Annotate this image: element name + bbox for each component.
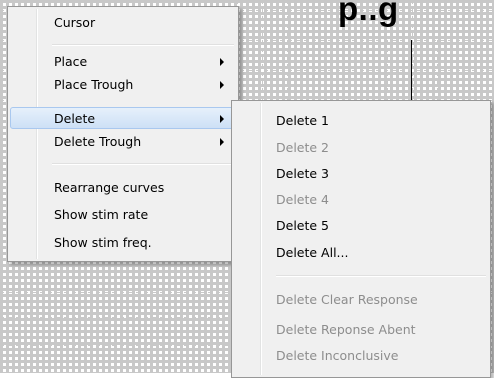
- menu-item-delete-response-absent: Delete Reponse Abent: [234, 319, 488, 341]
- menu-item-label: Rearrange curves: [54, 180, 165, 195]
- menu-item-label: Delete 5: [276, 218, 329, 233]
- menu-item-rearrange-curves[interactable]: Rearrange curves: [10, 177, 236, 199]
- menu-item-label: Delete All...: [276, 245, 349, 260]
- menu-item-label: Delete Trough: [54, 134, 142, 149]
- menu-item-label: Delete Reponse Abent: [276, 322, 416, 337]
- menu-item-label: Delete Inconclusive: [276, 348, 399, 363]
- submenu-arrow-icon: [220, 138, 224, 146]
- submenu-arrow-icon: [220, 58, 224, 66]
- menu-item-label: Delete 4: [276, 192, 329, 207]
- menu-item-delete-2: Delete 2: [234, 137, 488, 159]
- menu-item-delete-5[interactable]: Delete 5: [234, 215, 488, 237]
- menu-item-label: Show stim rate: [54, 207, 149, 222]
- menu-item-label: Show stim freq.: [54, 235, 152, 250]
- menu-item-label: Place Trough: [54, 77, 134, 92]
- menu-item-place[interactable]: Place: [10, 51, 236, 73]
- menu-item-label: Delete 1: [276, 113, 329, 128]
- menu-item-place-trough[interactable]: Place Trough: [10, 74, 236, 96]
- submenu-arrow-icon: [220, 115, 224, 123]
- menu-separator: [52, 44, 234, 46]
- menu-item-delete-all[interactable]: Delete All...: [234, 242, 488, 264]
- menu-item-label: Delete 2: [276, 140, 329, 155]
- menu-item-label: Delete Clear Response: [276, 292, 418, 307]
- menu-item-label: Place: [54, 54, 88, 69]
- context-menu: Cursor Place Place Trough Delete Delete …: [7, 6, 239, 262]
- submenu-arrow-icon: [220, 81, 224, 89]
- menu-item-show-stim-rate[interactable]: Show stim rate: [10, 204, 236, 226]
- menu-separator: [276, 275, 486, 277]
- menu-item-delete-trough[interactable]: Delete Trough: [10, 131, 236, 153]
- menu-item-label: Cursor: [54, 15, 96, 30]
- menu-item-delete-3[interactable]: Delete 3: [234, 163, 488, 185]
- menu-item-delete-1[interactable]: Delete 1: [234, 110, 488, 132]
- menu-item-delete-clear-response: Delete Clear Response: [234, 289, 488, 311]
- menu-item-delete-4: Delete 4: [234, 189, 488, 211]
- delete-submenu: Delete 1 Delete 2 Delete 3 Delete 4 Dele…: [231, 100, 491, 378]
- menu-item-cursor[interactable]: Cursor: [10, 12, 236, 34]
- menu-item-label: Delete: [54, 111, 96, 126]
- page-heading: p..g: [338, 0, 399, 27]
- menu-item-show-stim-freq[interactable]: Show stim freq.: [10, 232, 236, 254]
- menu-item-label: Delete 3: [276, 166, 329, 181]
- menu-separator: [52, 163, 234, 165]
- menu-item-delete[interactable]: Delete: [10, 107, 236, 129]
- cursor-line: [411, 40, 412, 100]
- menu-item-delete-inconclusive: Delete Inconclusive: [234, 345, 488, 367]
